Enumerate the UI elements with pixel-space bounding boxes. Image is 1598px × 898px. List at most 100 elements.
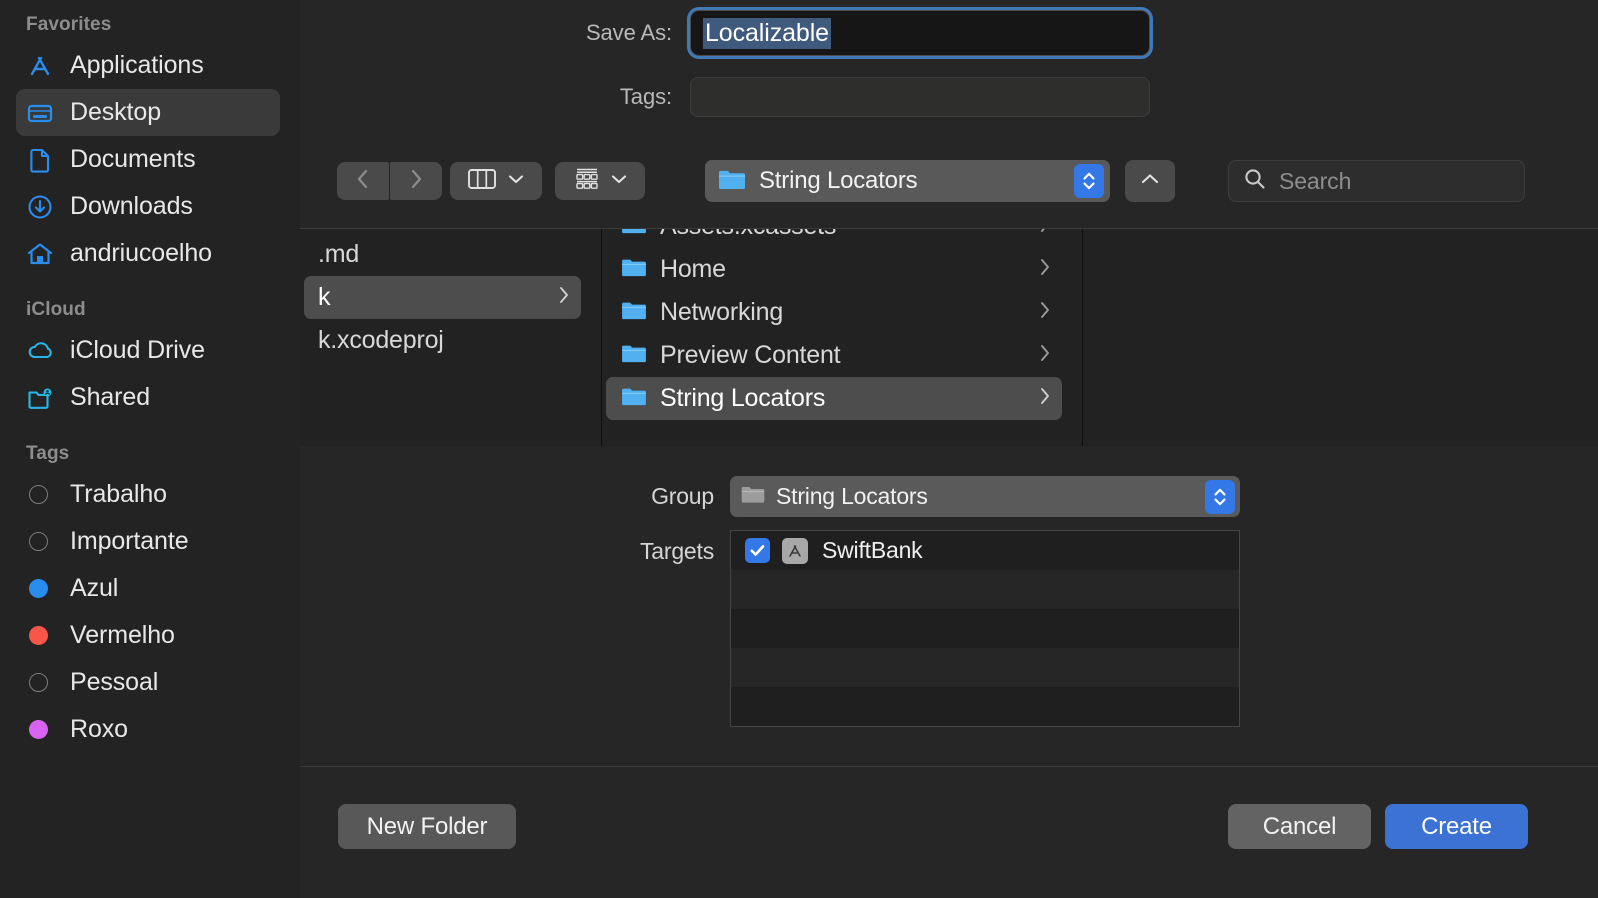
sidebar-item-label: Applications — [70, 51, 204, 79]
dialog-footer: New Folder Cancel Create — [300, 766, 1598, 898]
new-folder-button[interactable]: New Folder — [338, 804, 516, 849]
view-mode-button[interactable] — [450, 162, 542, 200]
sidebar-item-label: Desktop — [70, 98, 162, 126]
chevron-right-icon — [406, 168, 426, 195]
sidebar-item-shared[interactable]: Shared — [16, 374, 280, 421]
sidebar-item-tag-importante[interactable]: Importante — [16, 518, 280, 565]
chevron-right-icon — [1038, 257, 1052, 282]
tags-input[interactable] — [690, 77, 1150, 117]
table-row[interactable] — [731, 609, 1239, 648]
tag-dot-icon — [26, 485, 60, 504]
sidebar-section-header-tags: Tags — [26, 443, 70, 464]
forward-button[interactable] — [390, 162, 442, 200]
save-panel-header: Save As: Localizable Tags: String Locato… — [300, 0, 1598, 227]
search-icon — [1243, 167, 1267, 196]
shared-folder-icon — [26, 384, 60, 412]
save-panel: Save As: Localizable Tags: String Locato… — [300, 0, 1598, 898]
sidebar-item-tag-roxo[interactable]: Roxo — [16, 706, 280, 753]
sidebar-item-icloud-drive[interactable]: iCloud Drive — [16, 327, 280, 374]
tag-dot-icon — [26, 673, 60, 692]
document-icon — [26, 146, 60, 174]
tags-row: Tags: — [300, 77, 1598, 117]
table-row[interactable]: SwiftBank — [731, 531, 1239, 570]
sidebar-item-label: Documents — [70, 145, 196, 173]
home-icon — [26, 240, 60, 268]
folder-icon — [740, 483, 766, 510]
sidebar-item-label: iCloud Drive — [70, 336, 205, 364]
table-row[interactable] — [731, 648, 1239, 687]
sidebar-item-downloads[interactable]: Downloads — [16, 183, 280, 230]
file-name: Assets.xcassets — [660, 229, 1038, 241]
xcode-accessory-view: Group String Locators Targets SwiftBank — [300, 446, 1598, 765]
group-by-button[interactable] — [555, 162, 645, 200]
browser-column-3[interactable] — [1083, 229, 1598, 446]
desktop-icon — [26, 99, 60, 127]
stepper-updown-icon[interactable] — [1205, 479, 1235, 514]
applications-icon — [26, 52, 60, 80]
save-dialog-screen: Favorites Applications Desktop Documents… — [0, 0, 1598, 898]
stepper-updown-icon[interactable] — [1074, 164, 1104, 198]
list-item[interactable]: k.xcodeproj — [304, 319, 581, 362]
sidebar-section-header-favorites: Favorites — [26, 14, 112, 35]
column-view-icon — [467, 167, 497, 196]
chevron-right-icon — [1038, 343, 1052, 368]
chevron-right-icon — [1038, 229, 1052, 239]
sidebar: Favorites Applications Desktop Documents… — [0, 0, 300, 898]
browser-column-1[interactable]: .md k k.xcodeproj — [300, 229, 602, 446]
list-item[interactable]: Networking — [606, 291, 1062, 334]
chevron-right-icon — [1038, 300, 1052, 325]
list-item[interactable]: String Locators — [606, 377, 1062, 420]
file-name: Home — [660, 255, 726, 283]
list-item[interactable]: Assets.xcassets — [606, 229, 1062, 248]
sidebar-item-tag-trabalho[interactable]: Trabalho — [16, 471, 280, 518]
file-browser: .md k k.xcodeproj Home Networking Previe… — [300, 228, 1598, 447]
table-row[interactable] — [731, 570, 1239, 609]
chevron-down-icon — [610, 172, 628, 190]
targets-list[interactable]: SwiftBank — [730, 530, 1240, 727]
sidebar-item-label: Trabalho — [70, 480, 167, 508]
location-popup-label: String Locators — [759, 167, 918, 194]
list-item[interactable]: k — [304, 276, 581, 319]
save-as-row: Save As: Localizable — [300, 10, 1598, 56]
list-item[interactable]: .md — [304, 233, 581, 276]
sidebar-item-desktop[interactable]: Desktop — [16, 89, 280, 136]
group-popup-button[interactable]: String Locators — [730, 476, 1240, 517]
sidebar-item-applications[interactable]: Applications — [16, 42, 280, 89]
tag-dot-icon — [26, 532, 60, 551]
back-button[interactable] — [337, 162, 389, 200]
save-as-input[interactable]: Localizable — [690, 10, 1150, 56]
downloads-icon — [26, 193, 60, 221]
list-item[interactable]: Preview Content — [606, 334, 1062, 377]
folder-icon — [620, 342, 648, 369]
sidebar-item-documents[interactable]: Documents — [16, 136, 280, 183]
file-name: String Locators — [660, 384, 826, 412]
sidebar-section-header-icloud: iCloud — [26, 299, 86, 320]
sidebar-item-label: Downloads — [70, 192, 193, 220]
chevron-down-icon — [507, 172, 525, 190]
sidebar-item-tag-azul[interactable]: Azul — [16, 565, 280, 612]
target-checkbox[interactable] — [745, 538, 770, 563]
targets-row: Targets SwiftBank — [300, 530, 1598, 727]
search-placeholder: Search — [1279, 167, 1352, 194]
tag-dot-icon — [26, 626, 60, 645]
go-up-button[interactable] — [1125, 160, 1175, 202]
folder-icon — [620, 256, 648, 283]
sidebar-item-tag-vermelho[interactable]: Vermelho — [16, 612, 280, 659]
search-input[interactable]: Search — [1228, 160, 1525, 202]
location-popup-button[interactable]: String Locators — [705, 160, 1110, 202]
group-popup-label: String Locators — [776, 483, 928, 509]
sidebar-item-label: Shared — [70, 383, 151, 411]
file-name: k.xcodeproj — [318, 326, 444, 354]
sidebar-item-tag-pessoal[interactable]: Pessoal — [16, 659, 280, 706]
browser-column-2[interactable]: Assets.xcassets Home — [602, 229, 1083, 446]
cancel-button[interactable]: Cancel — [1228, 804, 1371, 849]
folder-icon — [620, 229, 648, 240]
tag-dot-icon — [26, 579, 60, 598]
list-item[interactable]: Home — [606, 248, 1062, 291]
sidebar-item-home[interactable]: andriucoelho — [16, 230, 280, 277]
create-button[interactable]: Create — [1385, 804, 1528, 849]
tags-label: Tags: — [619, 84, 672, 109]
table-row[interactable] — [731, 687, 1239, 726]
